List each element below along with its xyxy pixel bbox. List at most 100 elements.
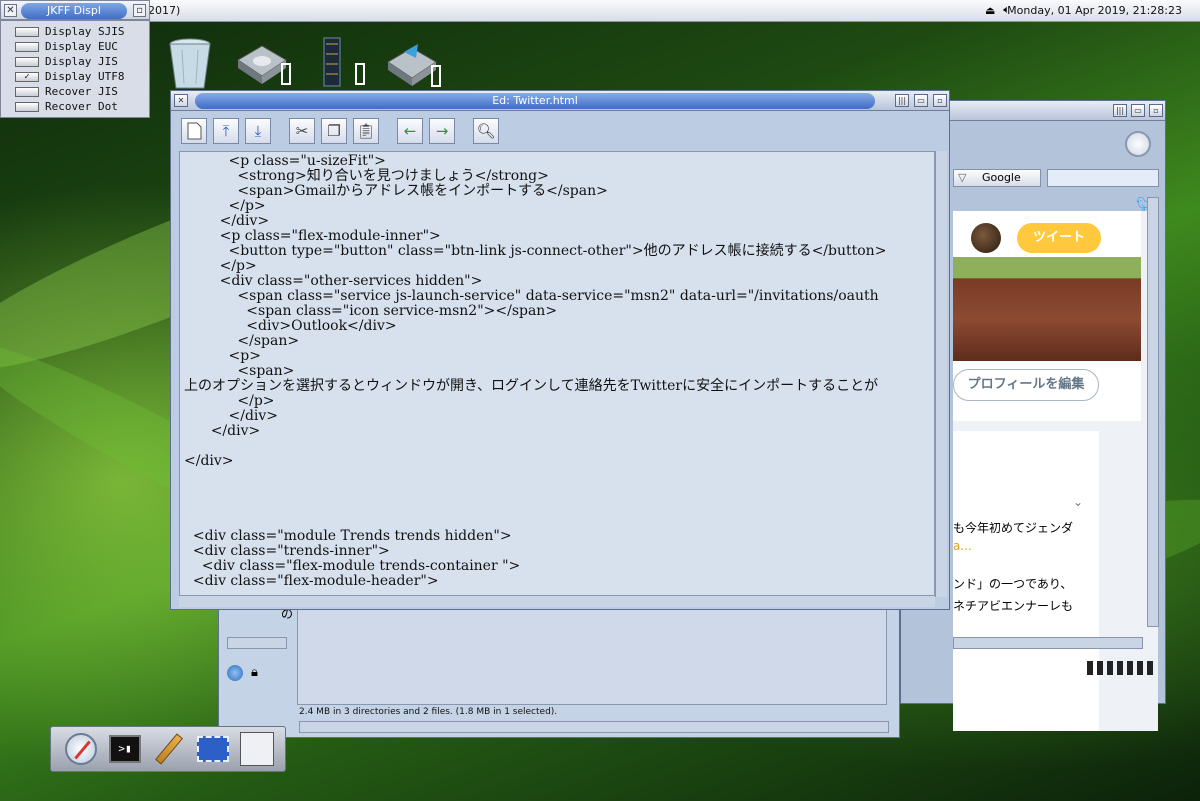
code-editor[interactable]: <p class="u-sizeFit"> <strong>知り合いを見つけまし… [179,151,935,597]
avatar[interactable] [971,223,1001,253]
code-line[interactable]: <p class="u-sizeFit"> [184,154,930,169]
network-disk-icon[interactable] [382,34,442,94]
filemgr-scrollbar[interactable] [299,721,889,733]
code-line[interactable]: <p class="flex-module-inner"> [184,229,930,244]
safari-compass-icon[interactable] [63,731,99,767]
browser-hscrollbar[interactable] [953,637,1143,649]
checkbox[interactable] [15,86,39,97]
filemgr-pane [297,601,887,705]
cut-icon[interactable]: ✂ [289,118,315,144]
code-line[interactable]: <div>Outlook</div> [184,319,930,334]
maximize-icon[interactable]: ▭ [914,94,928,107]
code-line[interactable]: </div> [184,454,930,469]
iconify-icon[interactable]: ||| [895,94,909,107]
circuit-icon[interactable] [239,731,275,767]
disk-icon[interactable] [232,34,292,94]
code-line[interactable]: <span class="service js-launch-service" … [184,289,930,304]
menu-item-label: Display SJIS [45,25,125,38]
editor-horizontal-scrollbar[interactable] [179,595,935,607]
ram-chip-icon[interactable] [312,34,372,94]
twitter-page: 🐦︎ ツイート プロフィールを編集 ⌄ も今年初めてジェンダ a... ンド」の… [953,197,1158,731]
checkbox[interactable] [15,101,39,112]
code-line[interactable]: <div class="module Trends trends hidden"… [184,529,930,544]
top-menubar: 2017) ⏏ 🔈︎ Monday, 01 Apr 2019, 21:28:23 [0,0,1200,22]
menu-item-display-jis[interactable]: Display JIS [1,54,149,69]
tweet-button[interactable]: ツイート [1017,223,1101,253]
code-line[interactable] [184,514,930,529]
jkff-title[interactable]: JKFF Displ [21,3,127,19]
new-file-icon[interactable] [181,118,207,144]
compass-icon[interactable] [1125,131,1151,157]
edit-profile-button[interactable]: プロフィールを編集 [953,369,1099,401]
search-engine-selector[interactable]: ▽ Google [953,169,1041,187]
browser-scrollbar[interactable] [1147,197,1159,627]
menu-item-recover-jis[interactable]: Recover JIS [1,84,149,99]
code-line[interactable] [184,499,930,514]
window-icon[interactable]: ▫ [933,94,947,107]
pencil-icon[interactable] [151,731,187,767]
code-line[interactable]: </div> [184,409,930,424]
trend-link[interactable]: a... [953,539,972,553]
code-line[interactable]: <button type="button" class="btn-link js… [184,244,930,259]
code-line[interactable]: <span>Gmailからアドレス帳をインポートする</span> [184,184,930,199]
download-icon[interactable]: ⤓ [245,118,271,144]
search-input[interactable] [1047,169,1159,187]
trend-text: ンド」の一つであり、 [953,577,1073,591]
globe-icon[interactable] [227,665,243,681]
editor-toolbar: ⤒ ⤓ ✂ ❐ 📋︎ ← → 🔍︎ [177,115,943,147]
checkmark-icon[interactable]: ✓ [15,71,39,82]
checkbox[interactable] [15,41,39,52]
editor-title[interactable]: Ed: Twitter.html [195,93,875,109]
editor-titlebar[interactable]: ✕ Ed: Twitter.html ||| ▭ ▫ [171,91,949,111]
screenshot-icon[interactable] [195,731,231,767]
iconify-icon[interactable]: ||| [1113,104,1127,117]
maximize-icon[interactable]: ▭ [1131,104,1145,117]
lock-icon[interactable]: 🔒︎ [251,665,258,680]
code-line[interactable]: <p> [184,349,930,364]
menu-item-display-sjis[interactable]: Display SJIS [1,24,149,39]
code-line[interactable]: <div class="flex-module trends-container… [184,559,930,574]
checkbox[interactable] [15,56,39,67]
code-line[interactable]: <strong>知り合いを見つけましょう</strong> [184,169,930,184]
code-line[interactable]: </p> [184,259,930,274]
terminal-icon[interactable]: >▮ [107,731,143,767]
code-line[interactable]: </span> [184,334,930,349]
copy-icon[interactable]: ❐ [321,118,347,144]
code-line[interactable]: <div class="flex-module-header"> [184,574,930,589]
menu-item-display-euc[interactable]: Display EUC [1,39,149,54]
close-icon[interactable]: ✕ [174,94,188,107]
chevron-down-icon[interactable]: ⌄ [1073,495,1083,509]
code-line[interactable]: </p> [184,199,930,214]
header-photo [953,257,1141,361]
code-line[interactable]: <span> [184,364,930,379]
code-line[interactable]: <div class="other-services hidden"> [184,274,930,289]
code-line[interactable]: </div> [184,424,930,439]
filemgr-hscroll[interactable] [227,637,287,649]
code-line[interactable] [184,439,930,454]
code-line[interactable]: 上のオプションを選択するとウィンドウが開き、ログインして連絡先をTwitterに… [184,379,930,394]
jkff-titlebar: ✕ JKFF Displ ▫ [0,0,150,20]
menu-item-display-utf8[interactable]: ✓ Display UTF8 [1,69,149,84]
code-line[interactable]: <div class="trends-inner"> [184,544,930,559]
code-line[interactable]: </p> [184,394,930,409]
code-line[interactable] [184,469,930,484]
eject-icon[interactable]: ⏏ [985,4,995,17]
upload-icon[interactable]: ⤒ [213,118,239,144]
menu-item-recover-dot[interactable]: Recover Dot [1,99,149,114]
search-icon[interactable]: 🔍︎ [473,118,499,144]
editor-vertical-scrollbar[interactable] [935,151,947,597]
code-line[interactable] [184,484,930,499]
dock: >▮ [50,726,286,772]
forward-arrow-icon[interactable]: → [429,118,455,144]
search-engine-label: Google [981,171,1021,184]
menubar-app-title: 2017) [148,4,181,17]
code-line[interactable]: </div> [184,214,930,229]
trash-icon[interactable] [162,34,222,94]
code-line[interactable]: <span class="icon service-msn2"></span> [184,304,930,319]
window-icon[interactable]: ▫ [133,4,146,17]
window-icon[interactable]: ▫ [1149,104,1163,117]
paste-icon[interactable]: 📋︎ [353,118,379,144]
checkbox[interactable] [15,26,39,37]
back-arrow-icon[interactable]: ← [397,118,423,144]
close-icon[interactable]: ✕ [4,4,17,17]
